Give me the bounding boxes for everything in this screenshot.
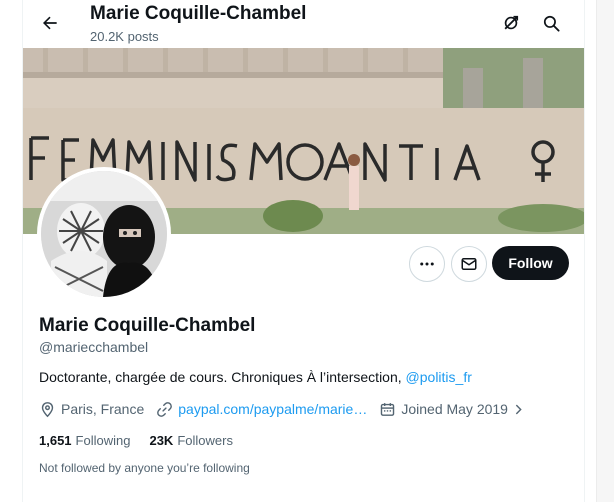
arrow-left-icon bbox=[43, 16, 57, 30]
link-icon bbox=[157, 401, 173, 417]
column-border-right bbox=[584, 0, 585, 502]
follow-stats: 1,651 Following 23K Followers bbox=[39, 433, 252, 448]
search-button[interactable] bbox=[534, 6, 568, 40]
envelope-icon bbox=[461, 258, 477, 270]
following-count: 1,651 bbox=[39, 433, 72, 448]
followers-label: Followers bbox=[177, 433, 233, 448]
message-button[interactable] bbox=[451, 246, 487, 282]
more-button[interactable] bbox=[409, 246, 445, 282]
website-item: paypal.com/paypalme/marie… bbox=[156, 401, 367, 418]
post-count: 20.2K posts bbox=[90, 29, 159, 44]
avatar-image bbox=[41, 171, 167, 297]
bio-mention-link[interactable]: @politis_fr bbox=[406, 369, 472, 385]
more-dots-icon bbox=[420, 262, 434, 266]
followers-count: 23K bbox=[149, 433, 174, 448]
location-item: Paris, France bbox=[39, 401, 144, 418]
follow-button[interactable]: Follow bbox=[492, 246, 569, 280]
calendar-icon bbox=[381, 402, 395, 416]
followers-stat[interactable]: 23K Followers bbox=[149, 433, 232, 448]
back-button[interactable] bbox=[33, 6, 67, 40]
followed-by-note: Not followed by anyone you’re following bbox=[39, 461, 250, 475]
profile-avatar[interactable] bbox=[37, 167, 171, 301]
website-link[interactable]: paypal.com/paypalme/marie… bbox=[178, 401, 367, 417]
scrollbar[interactable] bbox=[596, 0, 614, 502]
profile-meta: Paris, France paypal.com/paypalme/marie…… bbox=[39, 399, 537, 419]
profile-handle: @mariecchambel bbox=[39, 339, 149, 355]
chevron-right-icon[interactable] bbox=[512, 403, 525, 416]
joined-item: Joined May 2019 bbox=[379, 401, 525, 418]
grok-button[interactable] bbox=[494, 6, 528, 40]
profile-bio: Doctorante, chargée de cours. Chroniques… bbox=[39, 369, 472, 385]
location-pin-icon bbox=[41, 401, 54, 417]
search-icon bbox=[543, 15, 560, 32]
following-label: Following bbox=[75, 433, 131, 448]
profile-header-bar: Marie Coquille-Chambel 20.2K posts bbox=[23, 0, 584, 48]
location-text: Paris, France bbox=[61, 401, 145, 417]
grok-icon bbox=[504, 15, 519, 30]
joined-text: Joined May 2019 bbox=[401, 401, 508, 417]
bio-text: Doctorante, chargée de cours. Chroniques… bbox=[39, 369, 406, 385]
profile-name: Marie Coquille-Chambel bbox=[39, 315, 256, 336]
following-stat[interactable]: 1,651 Following bbox=[39, 433, 130, 448]
page-title: Marie Coquille-Chambel bbox=[90, 3, 307, 24]
